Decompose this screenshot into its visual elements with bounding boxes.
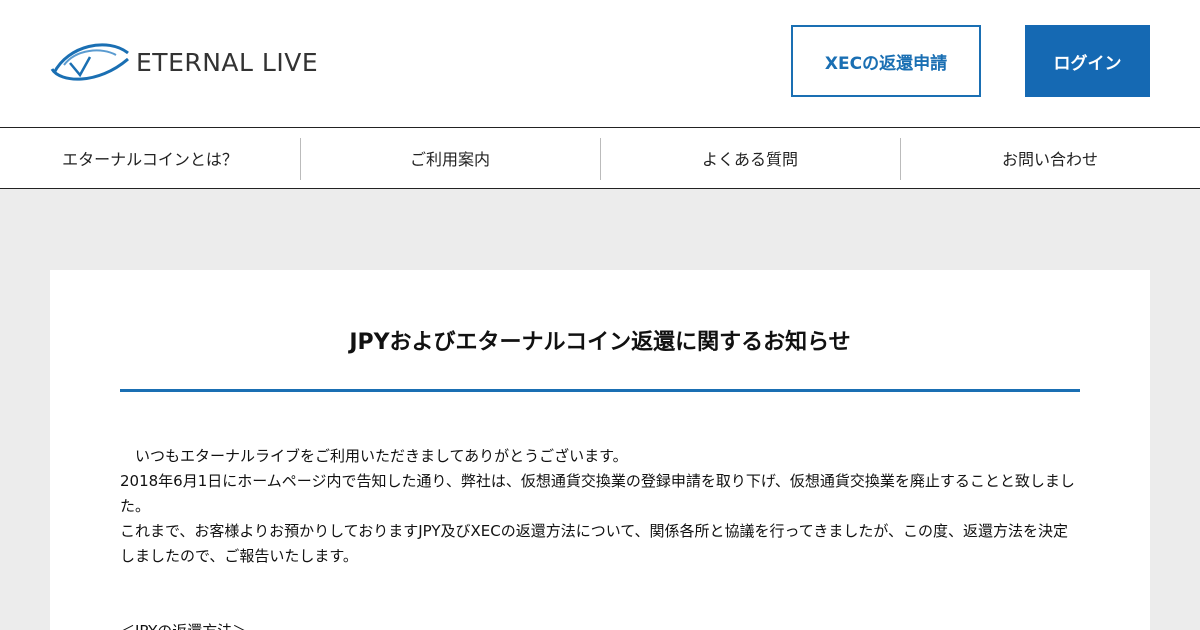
notice-paragraph: これまで、お客様よりお預かりしておりますJPY及びXECの返還方法について、関係… bbox=[120, 522, 1069, 565]
main-nav: エターナルコインとは？ ご利用案内 よくある質問 お問い合わせ bbox=[0, 128, 1200, 189]
site-logo[interactable]: ETERNAL LIVE bbox=[50, 38, 330, 86]
xec-refund-request-button[interactable]: XECの返還申請 bbox=[791, 25, 981, 97]
site-header: ETERNAL LIVE XECの返還申請 ログイン bbox=[0, 0, 1200, 128]
eternal-live-logo-icon bbox=[50, 43, 129, 81]
login-button[interactable]: ログイン bbox=[1025, 25, 1150, 97]
notice-card: JPYおよびエターナルコイン返還に関するお知らせ いつもエターナルライブをご利用… bbox=[50, 270, 1150, 630]
section-heading-jpy-refund: ＜JPYの返還方法＞ bbox=[120, 619, 1080, 630]
nav-item-guide[interactable]: ご利用案内 bbox=[300, 128, 600, 188]
logo-text: ETERNAL LIVE bbox=[136, 47, 319, 77]
nav-item-faq[interactable]: よくある質問 bbox=[600, 128, 900, 188]
nav-item-about-coin[interactable]: エターナルコインとは？ bbox=[0, 128, 300, 188]
title-divider bbox=[120, 389, 1080, 392]
nav-item-contact[interactable]: お問い合わせ bbox=[900, 128, 1200, 188]
notice-paragraph: 2018年6月1日にホームページ内で告知した通り、弊社は、仮想通貨交換業の登録申… bbox=[120, 472, 1075, 515]
notice-title: JPYおよびエターナルコイン返還に関するお知らせ bbox=[349, 330, 851, 355]
notice-body: いつもエターナルライブをご利用いただきましてありがとうございます。 2018年6… bbox=[120, 444, 1080, 630]
notice-paragraph: いつもエターナルライブをご利用いただきましてありがとうございます。 bbox=[120, 447, 628, 465]
